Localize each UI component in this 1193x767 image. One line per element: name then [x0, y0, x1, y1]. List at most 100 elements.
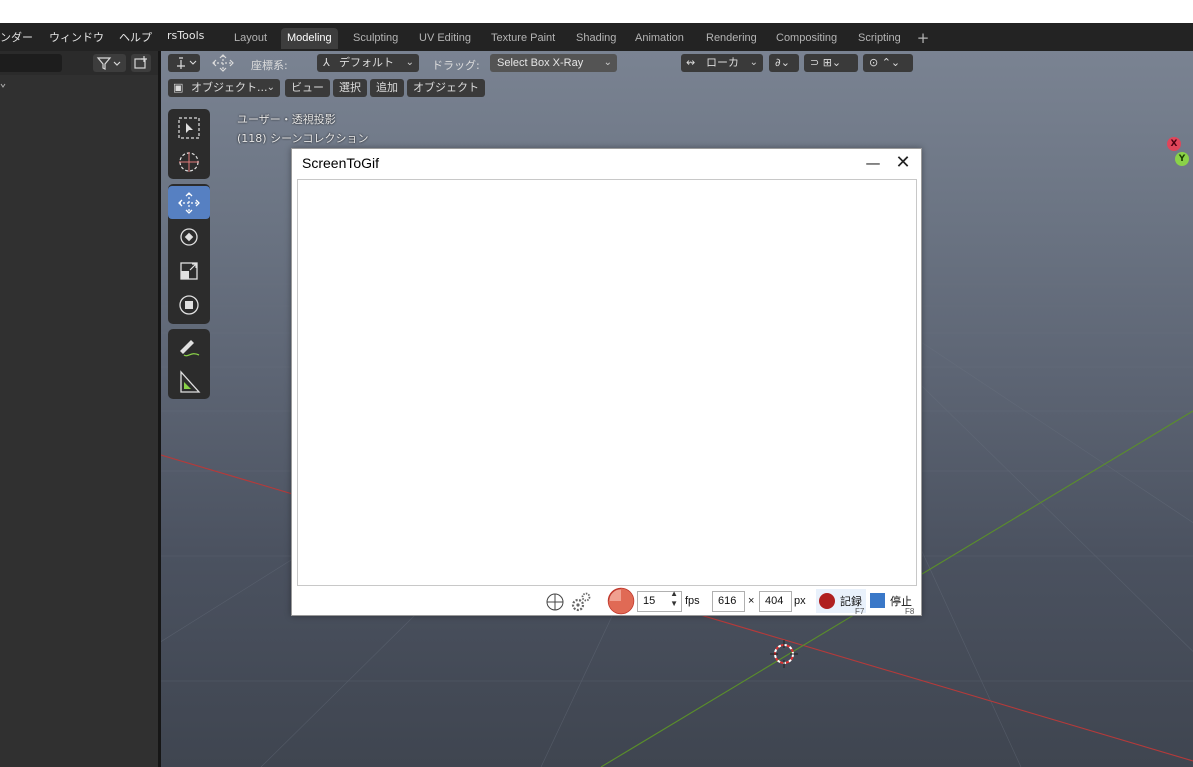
pencil-icon [180, 339, 200, 356]
gizmo-x-axis[interactable]: X [1167, 137, 1181, 151]
object-menu[interactable]: オブジェクト [407, 79, 485, 97]
chevron-down-icon: ⌄ [749, 57, 758, 68]
fps-input[interactable]: 15 ▲ ▼ [637, 589, 682, 612]
tab-shading[interactable]: Shading [570, 28, 622, 49]
annotate-tool[interactable] [168, 331, 210, 364]
chevron-down-icon: ⌄ [603, 57, 612, 68]
pivot-value: ローカ [706, 56, 739, 69]
frame-rate-timer-icon [607, 587, 635, 615]
filter-icon [96, 57, 121, 70]
close-button[interactable]: ✕ [892, 152, 914, 174]
cursor-icon [179, 151, 199, 172]
move-gizmo-icon[interactable] [209, 53, 237, 73]
tab-sculpting[interactable]: Sculpting [347, 28, 404, 49]
chevron-down-icon: ⌄ [266, 82, 275, 93]
orientation-icon: ⅄ [323, 56, 330, 69]
move-icon [178, 191, 200, 214]
link-icon: ∂⌄ [775, 56, 790, 69]
fps-value: 15 [643, 595, 656, 607]
stop-button[interactable]: 停止 F8 [868, 589, 918, 616]
toolbar-transform-group [168, 184, 210, 324]
pivot-point-dropdown[interactable]: ↭ ローカ ⌄ [681, 54, 763, 72]
tab-animation[interactable]: Animation [629, 28, 690, 49]
tab-layout[interactable]: Layout [228, 28, 273, 49]
outliner-search-input[interactable] [0, 54, 62, 72]
viewport-header: 座標系: ⅄ デフォルト ⌄ ドラッグ: Select Box X-Ray ⌄ … [161, 51, 1193, 75]
magnet-icon: ⊃ ⊞⌄ [810, 56, 842, 69]
record-icon [819, 593, 835, 609]
snap-target-button[interactable]: ∂⌄ [769, 54, 799, 72]
gizmo-y-axis[interactable]: Y [1175, 152, 1189, 166]
select-box-icon [178, 116, 200, 139]
tab-texture-paint[interactable]: Texture Paint [485, 28, 561, 49]
move-tool[interactable] [168, 186, 210, 219]
chevron-down-icon: ⌄ [405, 57, 414, 68]
stepper-icon[interactable]: ▲ ▼ [670, 589, 678, 609]
settings-gear-icon[interactable] [570, 591, 592, 613]
mode-value: オブジェクト... [191, 81, 268, 94]
tab-rendering[interactable]: Rendering [700, 28, 763, 49]
height-input[interactable]: 404 [759, 591, 792, 612]
times-label: × [748, 595, 755, 607]
stop-shortcut: F8 [905, 607, 915, 616]
capture-area[interactable] [297, 179, 917, 586]
width-input[interactable]: 616 [712, 591, 745, 612]
tab-modeling[interactable]: Modeling [281, 28, 338, 49]
select-box-tool[interactable] [168, 111, 210, 144]
3d-cursor-icon[interactable] [770, 640, 798, 668]
collection-label: (118) シーンコレクション [237, 132, 369, 145]
object-mode-icon: ▣ [173, 81, 184, 94]
transform-tool-icon [179, 294, 199, 315]
drag-label: ドラッグ: [432, 59, 480, 72]
add-menu[interactable]: 追加 [370, 79, 404, 97]
record-shortcut: F7 [855, 607, 865, 616]
toolbar-select-group [168, 109, 210, 179]
coordinate-system-dropdown[interactable]: ⅄ デフォルト ⌄ [317, 54, 419, 72]
screentogif-bottom-bar: 15 ▲ ▼ fps 616 × 404 px 記録 F7 停止 F8 [292, 587, 921, 616]
cursor-tool[interactable] [168, 145, 210, 178]
snapping-button[interactable]: ⊃ ⊞⌄ [804, 54, 858, 72]
new-collection-icon [134, 56, 147, 69]
coordinate-system-value: デフォルト [339, 56, 394, 69]
screentogif-title: ScreenToGif [302, 155, 380, 171]
coordinate-system-label: 座標系: [251, 59, 288, 72]
menu-window[interactable]: ウィンドウ [49, 29, 104, 45]
left-panel [0, 51, 158, 767]
tab-scripting[interactable]: Scripting [852, 28, 907, 49]
collapse-arrow-icon[interactable] [0, 83, 6, 89]
transform-icon [177, 57, 197, 69]
transform-tool[interactable] [168, 288, 210, 321]
tab-compositing[interactable]: Compositing [770, 28, 843, 49]
menu-rstools[interactable]: rsTools [167, 29, 204, 42]
add-workspace-button[interactable]: + [912, 29, 934, 49]
drag-mode-value: Select Box X-Ray [497, 57, 584, 69]
menu-render[interactable]: ンダー [0, 29, 33, 45]
transform-orientation-button[interactable] [168, 54, 200, 72]
measure-tool[interactable] [168, 365, 210, 398]
proportional-edit-button[interactable]: ⊙ ⌃⌄ [863, 54, 913, 72]
screentogif-window: ScreenToGif — ✕ 15 ▲ ▼ fps 616 × 404 px 記… [291, 148, 922, 616]
pivot-icon: ↭ [686, 56, 696, 69]
view-perspective-label: ユーザー・透視投影 [237, 113, 336, 126]
scale-icon [180, 261, 198, 280]
rotate-tool[interactable] [168, 220, 210, 253]
view-menu[interactable]: ビュー [285, 79, 330, 97]
filter-button[interactable] [93, 54, 126, 72]
drag-mode-dropdown[interactable]: Select Box X-Ray ⌄ [490, 54, 617, 72]
select-menu[interactable]: 選択 [333, 79, 367, 97]
proportional-icon: ⊙ ⌃⌄ [869, 56, 901, 69]
px-label: px [794, 595, 806, 607]
scale-tool[interactable] [168, 254, 210, 287]
fps-label: fps [685, 595, 700, 607]
minimize-button[interactable]: — [862, 152, 884, 174]
mode-dropdown[interactable]: ▣ オブジェクト... ⌄ [168, 79, 280, 97]
crosshair-icon[interactable] [544, 592, 566, 612]
tab-uv-editing[interactable]: UV Editing [413, 28, 477, 49]
toolbar-annotate-group [168, 329, 210, 399]
new-collection-button[interactable] [131, 54, 151, 72]
menu-help[interactable]: ヘルプ [119, 29, 152, 45]
rotate-icon [180, 227, 198, 246]
top-blank-area [0, 0, 1193, 23]
stop-icon [870, 593, 885, 608]
record-button[interactable]: 記録 F7 [816, 589, 866, 616]
